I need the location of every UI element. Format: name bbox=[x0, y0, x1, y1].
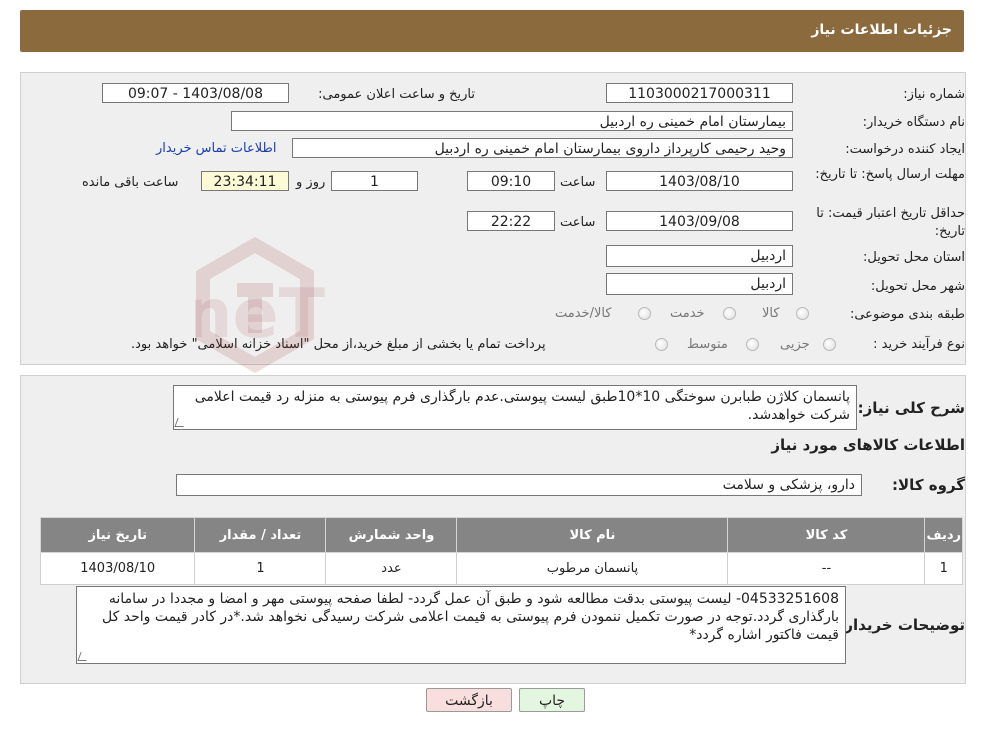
validity-time-field[interactable]: 22:22 bbox=[467, 211, 555, 231]
col-row-number: ردیف bbox=[924, 517, 963, 553]
process-minor-radio[interactable] bbox=[823, 338, 836, 351]
goods-group-label: گروه کالا: bbox=[892, 476, 965, 494]
goods-group-field[interactable]: دارو، پزشکی و سلامت bbox=[176, 474, 862, 496]
table-header-row: ردیف کد کالا نام کالا واحد شمارش تعداد /… bbox=[39, 517, 963, 553]
page-title: جزئیات اطلاعات نیاز bbox=[811, 22, 952, 38]
col-item-name: نام کالا bbox=[456, 517, 729, 553]
days-label: روز و bbox=[296, 175, 326, 190]
need-number-label: شماره نیاز: bbox=[903, 87, 965, 102]
cell-quantity: 1 bbox=[194, 552, 327, 585]
resize-grip-icon[interactable] bbox=[174, 418, 187, 427]
remaining-time-field: 23:34:11 bbox=[201, 171, 289, 191]
buyer-org-field[interactable]: بیمارستان امام خمینی ره اردبیل bbox=[231, 111, 793, 131]
col-quantity: تعداد / مقدار bbox=[194, 517, 327, 553]
buyer-contact-link[interactable]: اطلاعات تماس خریدار bbox=[156, 141, 276, 156]
process-treasury-checkbox[interactable] bbox=[655, 338, 668, 351]
need-description-label: شرح کلی نیاز: bbox=[857, 399, 965, 417]
table-row[interactable]: 1 -- پانسمان مرطوب عدد 1 1403/08/10 bbox=[39, 552, 963, 585]
city-field[interactable]: اردبیل bbox=[606, 273, 793, 295]
cell-need-date: 1403/08/10 bbox=[39, 552, 196, 585]
items-table: ردیف کد کالا نام کالا واحد شمارش تعداد /… bbox=[39, 517, 963, 585]
print-button[interactable]: چاپ bbox=[519, 688, 585, 712]
requester-label: ایجاد کننده درخواست: bbox=[845, 142, 965, 157]
cell-row-number: 1 bbox=[924, 552, 963, 585]
back-button[interactable]: بازگشت bbox=[426, 688, 512, 712]
page-header: جزئیات اطلاعات نیاز bbox=[20, 10, 964, 52]
process-minor-label: جزیی bbox=[780, 337, 810, 352]
buyer-notes-textarea[interactable]: 04533251608- لیست پیوستی بدقت مطالعه شود… bbox=[76, 586, 846, 664]
category-goods-service-label: کالا/خدمت bbox=[555, 306, 612, 321]
province-field[interactable]: اردبیل bbox=[606, 245, 793, 267]
category-goods-label: کالا bbox=[762, 306, 780, 321]
need-number-field[interactable]: 1103000217000311 bbox=[606, 83, 793, 103]
buyer-notes-label: توضیحات خریدار: bbox=[838, 616, 965, 634]
process-note: پرداخت تمام یا بخشی از مبلغ خرید،از محل … bbox=[131, 337, 546, 352]
deadline-time-field[interactable]: 09:10 bbox=[467, 171, 555, 191]
deadline-date-field[interactable]: 1403/08/10 bbox=[606, 171, 793, 191]
category-goods-service-radio[interactable] bbox=[638, 307, 651, 320]
items-table-wrapper: ردیف کد کالا نام کالا واحد شمارش تعداد /… bbox=[39, 517, 963, 585]
announce-label: تاریخ و ساعت اعلان عمومی: bbox=[318, 87, 475, 102]
col-need-date: تاریخ نیاز bbox=[39, 517, 196, 553]
col-unit: واحد شمارش bbox=[325, 517, 458, 553]
need-description-textarea[interactable]: پانسمان کلاژن طبابرن سوختگی 10*10طبق لیس… bbox=[173, 385, 857, 430]
validity-time-label: ساعت bbox=[560, 215, 596, 230]
requester-field[interactable]: وحید رحیمی کارپرداز داروی بیمارستان امام… bbox=[292, 138, 793, 158]
cell-item-name: پانسمان مرطوب bbox=[456, 552, 729, 585]
days-field[interactable]: 1 bbox=[331, 171, 418, 191]
remaining-label: ساعت باقی مانده bbox=[82, 175, 179, 190]
province-label: استان محل تحویل: bbox=[863, 250, 965, 265]
col-item-code: کد کالا bbox=[727, 517, 926, 553]
city-label: شهر محل تحویل: bbox=[870, 279, 965, 294]
category-label: طبقه بندی موضوعی: bbox=[849, 307, 965, 322]
process-medium-label: متوسط bbox=[687, 337, 728, 352]
goods-info-title: اطلاعات کالاهای مورد نیاز bbox=[771, 436, 965, 454]
cell-unit: عدد bbox=[325, 552, 458, 585]
deadline-time-label: ساعت bbox=[560, 175, 596, 190]
resize-grip-icon[interactable] bbox=[77, 652, 90, 661]
validity-date-field[interactable]: 1403/09/08 bbox=[606, 211, 793, 231]
process-medium-radio[interactable] bbox=[746, 338, 759, 351]
category-service-label: خدمت bbox=[670, 306, 705, 321]
category-service-radio[interactable] bbox=[723, 307, 736, 320]
cell-item-code: -- bbox=[727, 552, 926, 585]
process-label: نوع فرآیند خرید : bbox=[873, 337, 965, 352]
category-goods-radio[interactable] bbox=[796, 307, 809, 320]
announce-field[interactable]: 1403/08/08 - 09:07 bbox=[102, 83, 289, 103]
buyer-org-label: نام دستگاه خریدار: bbox=[862, 115, 965, 130]
validity-label: حداقل تاریخ اعتبار قیمت: تا تاریخ: bbox=[816, 206, 965, 239]
deadline-label: مهلت ارسال پاسخ: تا تاریخ: bbox=[815, 167, 965, 182]
